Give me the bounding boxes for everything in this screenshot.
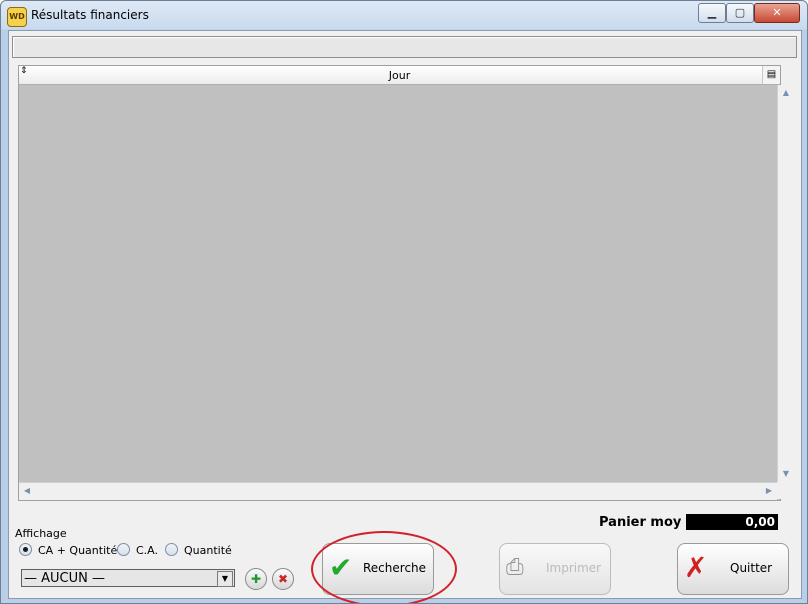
delete-icon: ✖: [277, 572, 289, 586]
radio-label: Quantité: [184, 544, 232, 557]
window: WD Résultats financiers ▁ ▢ ✕ ⇕ Jour ▤ ▲…: [0, 0, 808, 604]
radio-icon[interactable]: [117, 543, 130, 556]
scroll-up-icon[interactable]: ▲: [778, 85, 794, 101]
quitter-label: Quitter: [730, 561, 773, 575]
imprimer-label: Imprimer: [546, 561, 602, 575]
radio-label: C.A.: [136, 544, 159, 557]
close-x-icon: ✗: [684, 551, 708, 584]
scroll-corner: [777, 482, 793, 499]
panier-value: 0,00: [686, 514, 778, 530]
scroll-left-icon[interactable]: ◀: [19, 483, 35, 499]
vertical-scrollbar[interactable]: ▲ ▼: [777, 85, 794, 482]
radio-ca-quantite[interactable]: CA + Quantité: [19, 543, 117, 557]
horizontal-scrollbar[interactable]: ◀ ▶: [19, 482, 777, 500]
printer-icon: ⎙: [506, 555, 524, 580]
results-table[interactable]: ⇕ Jour ▤ ▲ ▼ ◀ ▶: [18, 65, 794, 501]
title-bar: WD Résultats financiers ▁ ▢ ✕: [1, 1, 807, 31]
maximize-button[interactable]: ▢: [726, 3, 754, 23]
filter-dropdown[interactable]: — AUCUN — ▼: [21, 569, 235, 587]
recherche-button[interactable]: ✔ Recherche: [322, 543, 434, 595]
minimize-button[interactable]: ▁: [698, 3, 726, 23]
checkmark-icon: ✔: [329, 551, 353, 584]
imprimer-button[interactable]: ⎙ Imprimer: [499, 543, 611, 595]
filter-selected-value: — AUCUN —: [24, 571, 105, 586]
client-area: ⇕ Jour ▤ ▲ ▼ ◀ ▶ Affichage CA + Quantité…: [8, 30, 802, 603]
table-header: ⇕ Jour ▤: [19, 66, 780, 85]
radio-ca[interactable]: C.A.: [117, 543, 158, 557]
add-button[interactable]: ✚: [245, 568, 267, 590]
scroll-down-icon[interactable]: ▼: [778, 466, 794, 482]
app-icon: WD: [7, 7, 27, 27]
column-menu-icon[interactable]: ▤: [762, 66, 780, 84]
radio-icon[interactable]: [165, 543, 178, 556]
radio-selected-icon[interactable]: [19, 543, 32, 556]
radio-quantite[interactable]: Quantité: [165, 543, 232, 557]
radio-label: CA + Quantité: [38, 544, 118, 557]
scroll-right-icon[interactable]: ▶: [761, 483, 777, 499]
panier-label: Panier moy: [599, 515, 682, 530]
quitter-button[interactable]: ✗ Quitter: [677, 543, 789, 595]
window-title: Résultats financiers: [31, 8, 149, 22]
affichage-label: Affichage: [15, 527, 67, 540]
plus-icon: ✚: [250, 572, 262, 586]
recherche-label: Recherche: [363, 561, 427, 575]
close-button[interactable]: ✕: [754, 3, 800, 23]
column-header-jour[interactable]: Jour: [19, 69, 780, 82]
remove-button[interactable]: ✖: [272, 568, 294, 590]
top-field: [12, 36, 797, 58]
chevron-down-icon[interactable]: ▼: [217, 571, 233, 587]
